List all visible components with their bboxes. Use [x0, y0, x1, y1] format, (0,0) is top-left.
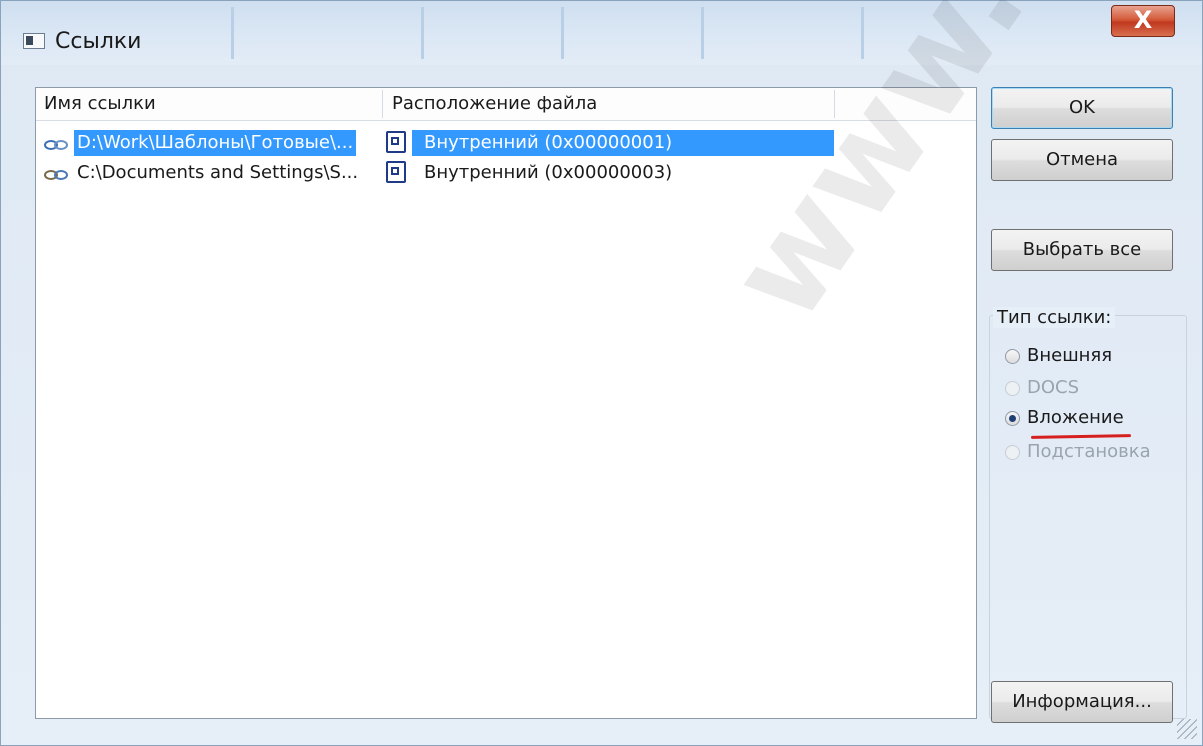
link-icon	[44, 170, 68, 180]
ok-button[interactable]: OK	[991, 87, 1173, 129]
list-header: Имя ссылки Расположение файла	[36, 88, 976, 121]
window-title: Ссылки	[55, 29, 142, 54]
links-list[interactable]: Имя ссылки Расположение файла D:\Work\Ша…	[35, 87, 977, 719]
link-name-cell[interactable]: C:\Documents and Settings\S...	[74, 160, 361, 186]
radio-button[interactable]	[1005, 381, 1020, 396]
link-icon	[44, 140, 68, 150]
info-button[interactable]: Информация...	[991, 681, 1173, 723]
title-decoration	[231, 7, 234, 59]
radio-button[interactable]	[1005, 445, 1020, 460]
radio-label: Подстановка	[1027, 441, 1151, 462]
radio-label: Вложение	[1027, 407, 1124, 428]
radio-button[interactable]	[1005, 411, 1020, 426]
title-bar[interactable]: Ссылки X	[1, 1, 1202, 65]
title-decoration	[701, 7, 704, 59]
title-decoration	[421, 7, 424, 59]
resize-grip[interactable]	[1177, 719, 1197, 739]
title-decoration	[861, 7, 864, 59]
table-row[interactable]: C:\Documents and Settings\S... Внутренни…	[36, 160, 976, 188]
radio-button[interactable]	[1005, 349, 1020, 364]
link-type-group	[989, 315, 1187, 719]
links-dialog: Ссылки X Имя ссылки Расположение файла D…	[0, 0, 1203, 746]
close-button[interactable]: X	[1111, 5, 1175, 37]
title-decoration	[561, 7, 564, 59]
radio-label: Внешняя	[1027, 345, 1113, 366]
file-location-cell[interactable]: Внутренний (0x00000001)	[412, 130, 834, 156]
link-type-label: Тип ссылки:	[993, 307, 1116, 328]
document-icon	[386, 131, 406, 153]
column-header-file-location[interactable]: Расположение файла	[392, 88, 597, 120]
table-row[interactable]: D:\Work\Шаблоны\Готовые\... Внутренний (…	[36, 130, 976, 158]
column-header-link-name[interactable]: Имя ссылки	[44, 88, 156, 120]
file-location-cell[interactable]: Внутренний (0x00000003)	[412, 160, 834, 186]
column-separator[interactable]	[834, 90, 835, 118]
select-all-button[interactable]: Выбрать все	[991, 229, 1173, 271]
document-icon	[386, 161, 406, 183]
column-separator[interactable]	[382, 90, 383, 118]
link-name-cell[interactable]: D:\Work\Шаблоны\Готовые\...	[74, 130, 357, 156]
cancel-button[interactable]: Отмена	[991, 139, 1173, 181]
window-icon	[23, 33, 45, 49]
radio-label: DOCS	[1027, 377, 1080, 398]
